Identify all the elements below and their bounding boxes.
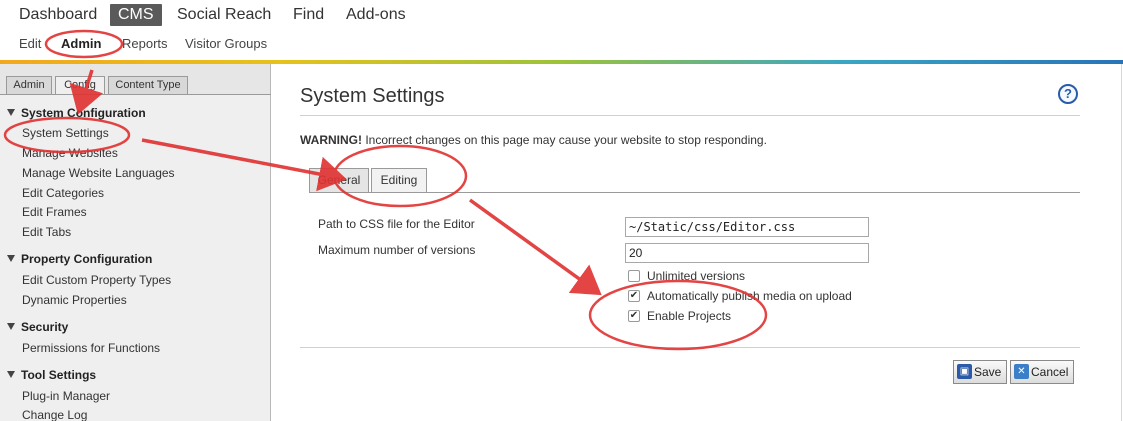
nav-add-ons[interactable]: Add-ons	[346, 4, 406, 26]
cancel-label: Cancel	[1031, 365, 1069, 379]
link-manage-websites[interactable]: Manage Websites	[22, 146, 118, 160]
tab-content-type[interactable]: Content Type	[108, 76, 188, 95]
nav-cms[interactable]: CMS	[110, 4, 162, 26]
cancel-button[interactable]: ✕ Cancel	[1010, 360, 1075, 384]
expand-triangle-icon	[7, 323, 15, 330]
section-title: Property Configuration	[21, 252, 153, 266]
nav-find[interactable]: Find	[293, 4, 324, 26]
warning-label: WARNING!	[300, 133, 362, 147]
cms-admin-window: Dashboard CMS Social Reach Find Add-ons …	[0, 0, 1123, 421]
help-icon[interactable]: ?	[1058, 84, 1078, 104]
warning-message: WARNING! Incorrect changes on this page …	[300, 133, 767, 147]
link-system-settings[interactable]: System Settings	[22, 126, 109, 140]
tab-editing[interactable]: Editing	[371, 168, 427, 193]
subnav-visitor-groups[interactable]: Visitor Groups	[185, 36, 267, 51]
section-system-configuration[interactable]: System Configuration	[7, 106, 146, 120]
page-title: System Settings	[300, 85, 445, 107]
right-edge-line	[1121, 64, 1122, 421]
subnav-reports[interactable]: Reports	[122, 36, 168, 51]
subnav-admin[interactable]: Admin	[61, 36, 101, 51]
save-disk-icon: ▣	[957, 364, 972, 379]
cancel-x-icon: ✕	[1014, 364, 1029, 379]
expand-triangle-icon	[7, 109, 15, 116]
section-title: System Configuration	[21, 106, 146, 120]
link-change-log[interactable]: Change Log	[22, 408, 87, 421]
section-security[interactable]: Security	[7, 320, 68, 334]
enable-projects-checkbox[interactable]: ✔	[628, 310, 640, 322]
max-versions-input[interactable]: 20	[625, 243, 869, 263]
link-permissions-for-functions[interactable]: Permissions for Functions	[22, 341, 160, 355]
title-divider	[300, 115, 1080, 116]
css-path-input[interactable]: ~/Static/css/Editor.css	[625, 217, 869, 237]
link-edit-tabs[interactable]: Edit Tabs	[22, 225, 71, 239]
expand-triangle-icon	[7, 371, 15, 378]
auto-publish-media-checkbox[interactable]: ✔	[628, 290, 640, 302]
section-title: Security	[21, 320, 69, 334]
link-dynamic-properties[interactable]: Dynamic Properties	[22, 293, 127, 307]
subnav-edit[interactable]: Edit	[19, 36, 41, 51]
section-tool-settings[interactable]: Tool Settings	[7, 368, 96, 382]
warning-text: Incorrect changes on this page may cause…	[365, 133, 767, 147]
admin-navigation: System Configuration System Settings Man…	[0, 95, 270, 421]
tab-config[interactable]: Config	[55, 76, 105, 95]
main-content: System Settings ? WARNING! Incorrect cha…	[283, 64, 1123, 421]
save-button[interactable]: ▣ Save	[953, 360, 1008, 384]
link-edit-frames[interactable]: Edit Frames	[22, 205, 87, 219]
nav-dashboard[interactable]: Dashboard	[19, 4, 97, 26]
link-manage-website-languages[interactable]: Manage Website Languages	[22, 166, 175, 180]
unlimited-versions-label: Unlimited versions	[647, 269, 746, 283]
nav-social-reach[interactable]: Social Reach	[177, 4, 271, 26]
left-panel: Admin Config Content Type System Configu…	[0, 64, 271, 421]
max-versions-label: Maximum number of versions	[318, 243, 476, 257]
sub-navigation: Edit Admin Reports Visitor Groups	[0, 32, 1123, 58]
css-path-label: Path to CSS file for the Editor	[318, 217, 475, 231]
section-title: Tool Settings	[21, 368, 97, 382]
unlimited-versions-checkbox[interactable]	[628, 270, 640, 282]
link-plug-in-manager[interactable]: Plug-in Manager	[22, 389, 110, 403]
tab-divider	[309, 192, 1080, 193]
top-navigation: Dashboard CMS Social Reach Find Add-ons	[0, 0, 1123, 30]
expand-triangle-icon	[7, 255, 15, 262]
save-label: Save	[974, 365, 1002, 379]
tab-admin[interactable]: Admin	[6, 76, 52, 95]
auto-publish-media-label: Automatically publish media on upload	[647, 289, 852, 303]
section-property-configuration[interactable]: Property Configuration	[7, 252, 152, 266]
tab-general[interactable]: General	[309, 168, 369, 193]
link-edit-custom-property-types[interactable]: Edit Custom Property Types	[22, 273, 171, 287]
form-divider	[300, 347, 1080, 348]
link-edit-categories[interactable]: Edit Categories	[22, 186, 104, 200]
enable-projects-label: Enable Projects	[647, 309, 732, 323]
